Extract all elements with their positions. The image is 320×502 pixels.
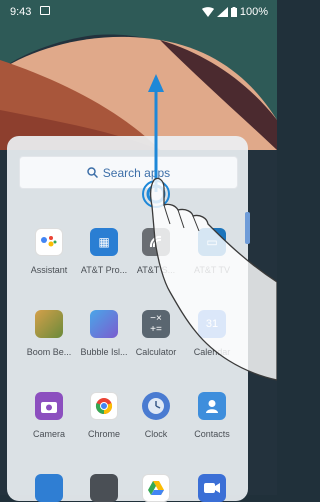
app-bubble-island[interactable]: Bubble Isl... — [74, 310, 134, 357]
battery-icon — [230, 7, 237, 17]
app-partial-1[interactable] — [19, 474, 79, 502]
att-pro-tools-icon: ▦ — [90, 228, 118, 256]
app-label: AT&T TV — [193, 265, 230, 275]
app-camera[interactable]: Camera — [19, 392, 79, 439]
app-label: AT&T S... — [136, 265, 176, 275]
app-calculator[interactable]: −× += Calculator — [126, 310, 186, 357]
camera-icon — [35, 392, 63, 420]
signal-icon — [216, 7, 228, 17]
chrome-icon — [90, 392, 118, 420]
app-att-signal[interactable]: AT&T S... — [126, 228, 186, 275]
att-signal-icon — [142, 228, 170, 256]
status-indicators: 100% — [201, 6, 268, 18]
search-apps-bar[interactable]: Search apps — [19, 156, 238, 189]
app-chrome[interactable]: Chrome — [74, 392, 134, 439]
search-apps-label: Search apps — [102, 165, 171, 180]
app-clock[interactable]: Clock — [126, 392, 186, 439]
app-att-pro-tools[interactable]: ▦ AT&T Pro... — [74, 228, 134, 275]
contacts-icon — [198, 392, 226, 420]
app-label: Assistant — [30, 265, 68, 275]
app-label: Boom Be... — [26, 347, 72, 357]
google-drive-icon — [142, 474, 170, 502]
battery-percent: 100% — [239, 6, 268, 18]
calculator-icon: −× += — [142, 310, 170, 338]
wifi-icon — [201, 7, 214, 17]
app-calendar[interactable]: 31 Calendar — [182, 310, 242, 357]
app-label: Calculator — [135, 347, 177, 357]
scroll-handle[interactable] — [245, 212, 250, 244]
app-label: AT&T Pro... — [80, 265, 128, 275]
app-icon — [35, 474, 63, 502]
app-label: Contacts — [194, 429, 230, 439]
app-partial-2[interactable] — [74, 474, 134, 502]
clock-icon — [142, 392, 170, 420]
app-label: Camera — [32, 429, 65, 439]
app-duo[interactable] — [182, 474, 242, 502]
app-contacts[interactable]: Contacts — [182, 392, 242, 439]
app-label: Chrome — [87, 429, 120, 439]
google-assistant-icon — [35, 228, 63, 256]
boom-beach-icon — [35, 310, 63, 338]
search-icon — [87, 167, 98, 178]
bubble-island-icon — [90, 310, 118, 338]
app-assistant[interactable]: Assistant — [19, 228, 79, 275]
calendar-icon: 31 — [198, 310, 226, 338]
app-label: Calendar — [193, 347, 231, 357]
status-bar: 9:43 100% — [0, 0, 277, 24]
app-boom-beach[interactable]: Boom Be... — [19, 310, 79, 357]
status-time: 9:43 — [10, 6, 32, 18]
app-icon — [90, 474, 118, 502]
app-att-tv[interactable]: ▭ AT&T TV — [182, 228, 242, 275]
app-label: Clock — [144, 429, 168, 439]
duo-icon — [198, 474, 226, 502]
app-google-drive[interactable] — [126, 474, 186, 502]
app-label: Bubble Isl... — [80, 347, 128, 357]
att-tv-icon: ▭ — [198, 228, 226, 256]
image-notification-icon — [40, 6, 50, 15]
